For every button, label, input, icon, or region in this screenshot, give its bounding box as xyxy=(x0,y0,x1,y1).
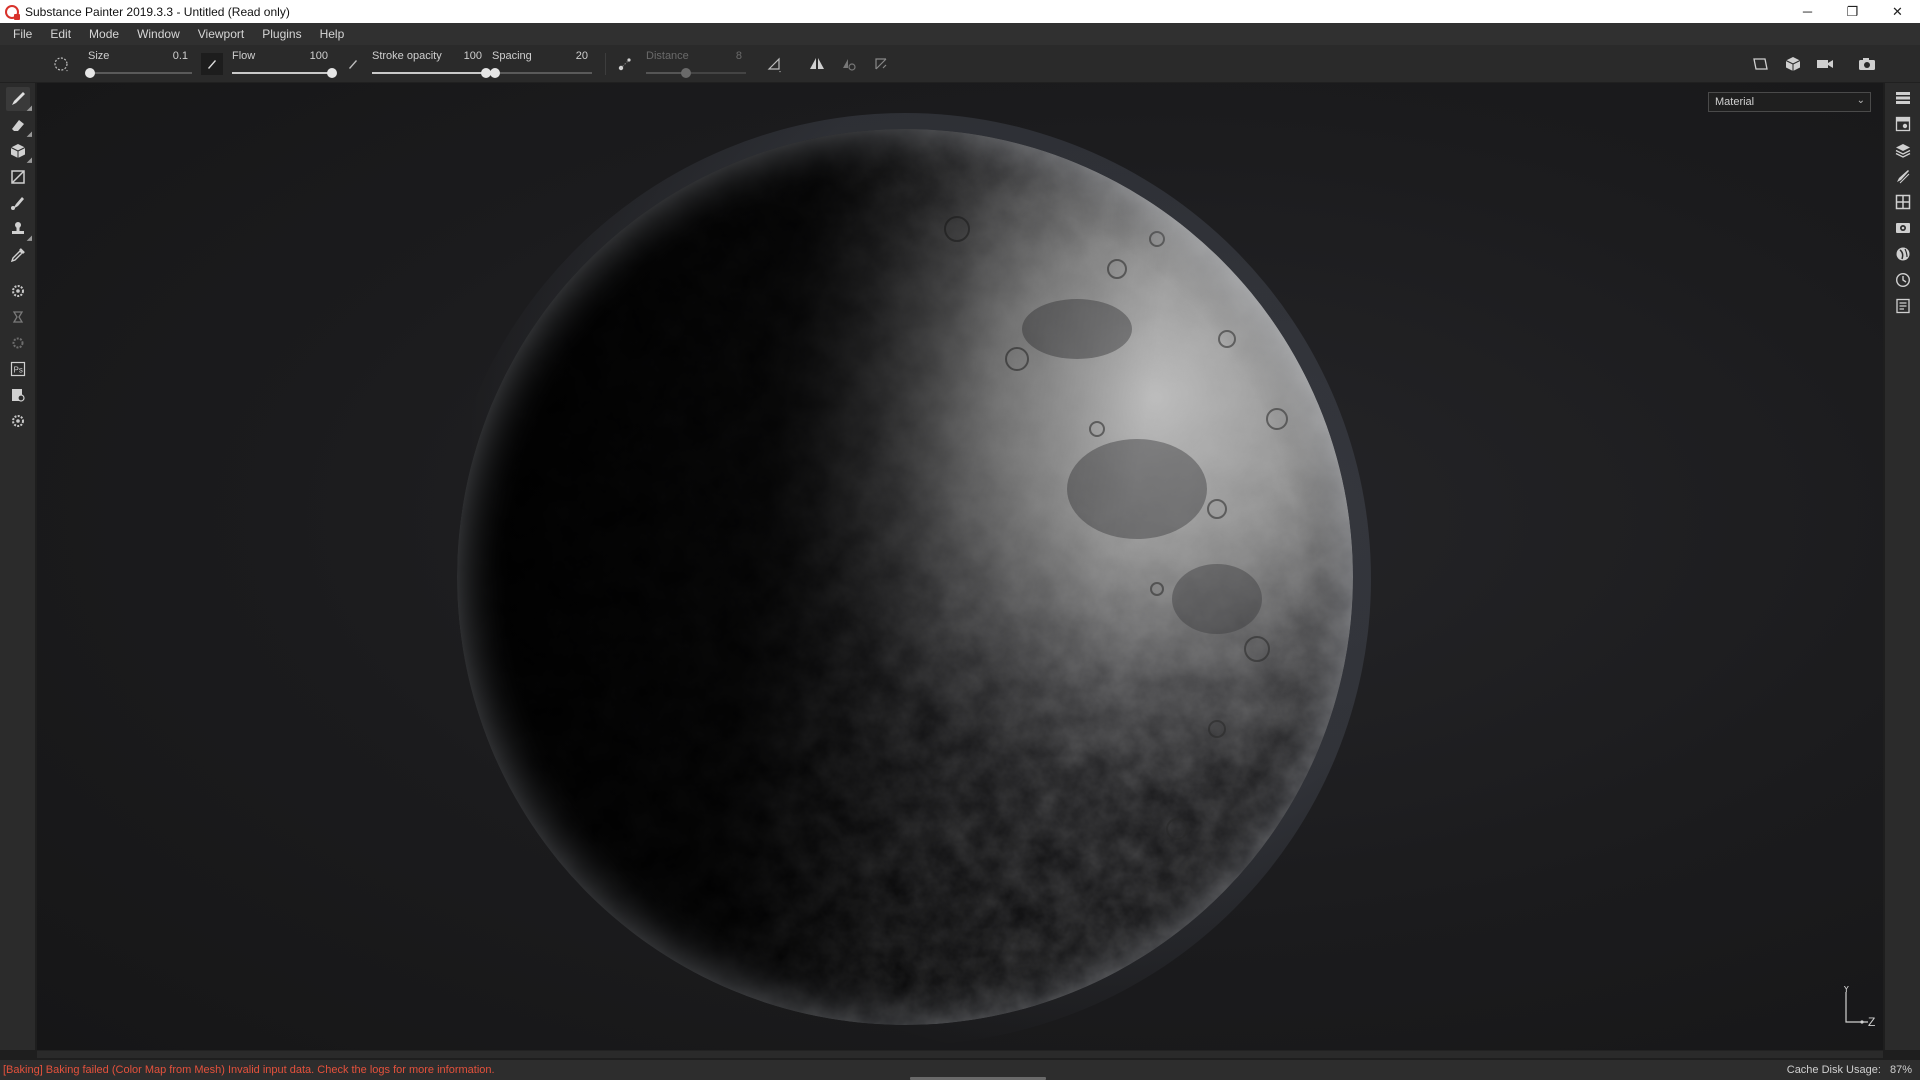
right-toolbar xyxy=(1884,83,1920,1050)
layers-icon[interactable] xyxy=(1891,138,1915,162)
distance-slider: Distance 8 xyxy=(646,48,746,82)
size-label: Size xyxy=(88,50,110,62)
axis-z-label: Z xyxy=(1868,1015,1875,1029)
status-error-message[interactable]: [Baking] Baking failed (Color Map from M… xyxy=(3,1064,495,1076)
camera-projection-icon[interactable] xyxy=(1750,53,1772,75)
window-title: Substance Painter 2019.3.3 - Untitled (R… xyxy=(25,4,290,19)
axis-gizmo: Y Z xyxy=(1838,984,1878,1030)
cache-disk-usage-value: 87% xyxy=(1889,1064,1912,1076)
symmetry-settings-icon[interactable] xyxy=(838,53,860,75)
stroke-opacity-label: Stroke opacity xyxy=(372,50,442,62)
shader-settings-icon[interactable] xyxy=(1891,242,1915,266)
log-icon[interactable] xyxy=(1891,294,1915,318)
clone-stamp-tool[interactable]: ◢ xyxy=(6,217,32,242)
flow-value[interactable]: 100 xyxy=(310,50,328,62)
menu-mode[interactable]: Mode xyxy=(80,23,128,45)
size-pressure-toggle-icon[interactable] xyxy=(201,53,223,75)
title-bar: Substance Painter 2019.3.3 - Untitled (R… xyxy=(0,0,1920,23)
display-settings-icon[interactable] xyxy=(1891,216,1915,240)
3d-view-mode-icon[interactable] xyxy=(1782,53,1804,75)
flow-label: Flow xyxy=(232,50,256,62)
viewport-channel-dropdown[interactable]: Material ⌄ xyxy=(1708,92,1871,112)
menu-file[interactable]: File xyxy=(4,23,41,45)
spacing-value[interactable]: 20 xyxy=(576,50,588,62)
flow-slider[interactable]: Flow 100 xyxy=(232,48,337,82)
axis-y-label: Y xyxy=(1843,986,1850,995)
chevron-down-icon: ⌄ xyxy=(1856,95,1865,106)
stroke-opacity-slider[interactable]: Stroke opacity 100 xyxy=(372,48,491,82)
3d-viewport[interactable]: Material ⌄ Y Z xyxy=(37,83,1883,1050)
paint-brush-tool[interactable]: ◢ xyxy=(6,87,32,112)
menu-plugins[interactable]: Plugins xyxy=(253,23,310,45)
spacing-slider[interactable]: Spacing 20 xyxy=(490,48,592,82)
size-value[interactable]: 0.1 xyxy=(173,50,188,62)
restore-button[interactable]: ❐ xyxy=(1830,0,1875,23)
menu-window[interactable]: Window xyxy=(128,23,189,45)
moon-3d-model xyxy=(457,129,1353,1025)
polygon-fill-tool[interactable] xyxy=(6,165,30,189)
distance-value: 8 xyxy=(735,50,742,62)
texture-set-settings-icon[interactable] xyxy=(1891,112,1915,136)
properties-brush-icon[interactable] xyxy=(1891,164,1915,188)
projection-tool[interactable]: ◢ xyxy=(6,139,32,164)
cache-disk-usage-label: Cache Disk Usage: xyxy=(1786,1064,1881,1076)
transform-icon[interactable] xyxy=(870,53,892,75)
tool-options-bar: Size 0.1 Flow 100 Stroke opacity 100 Spa… xyxy=(0,45,1920,83)
stroke-opacity-value[interactable]: 100 xyxy=(464,50,482,62)
distance-label: Distance xyxy=(646,50,689,62)
symmetry-icon[interactable] xyxy=(806,53,828,75)
history-clock-icon[interactable] xyxy=(1891,268,1915,292)
spacing-label: Spacing xyxy=(492,50,532,62)
flow-pressure-toggle-icon[interactable] xyxy=(342,53,364,75)
separator xyxy=(605,53,606,75)
plugin-gear-icon-2[interactable] xyxy=(6,331,30,355)
menu-bar: File Edit Mode Window Viewport Plugins H… xyxy=(0,23,1920,45)
alignment-icon[interactable] xyxy=(764,53,786,75)
color-picker-tool[interactable] xyxy=(6,243,30,267)
cache-disk-usage: Cache Disk Usage: 87% xyxy=(1787,1064,1912,1076)
plugin-settings-gear-icon[interactable] xyxy=(6,409,30,433)
texture-set-list-icon[interactable] xyxy=(1891,86,1915,110)
lazy-mouse-icon[interactable] xyxy=(614,53,636,75)
resources-updater-icon[interactable] xyxy=(6,383,30,407)
photoshop-export-icon[interactable]: Ps xyxy=(6,357,30,381)
substance-painter-logo-icon xyxy=(5,4,20,20)
smudge-tool[interactable] xyxy=(6,191,30,215)
close-button[interactable]: ✕ xyxy=(1875,0,1920,23)
menu-viewport[interactable]: Viewport xyxy=(189,23,253,45)
window-controls: ─ ❐ ✕ xyxy=(1785,0,1920,23)
menu-edit[interactable]: Edit xyxy=(41,23,80,45)
svg-text:Ps: Ps xyxy=(14,366,23,375)
uv-grid-icon[interactable] xyxy=(1891,190,1915,214)
viewport-channel-value: Material xyxy=(1715,96,1755,108)
menu-help[interactable]: Help xyxy=(311,23,354,45)
left-toolbar: ◢ ◢ ◢ ◢ Ps xyxy=(0,83,36,1050)
screenshot-camera-icon[interactable] xyxy=(1856,53,1878,75)
brush-shape-icon[interactable] xyxy=(50,53,72,75)
minimize-button[interactable]: ─ xyxy=(1785,0,1830,23)
eraser-tool[interactable]: ◢ xyxy=(6,113,32,138)
video-camera-icon[interactable] xyxy=(1814,53,1836,75)
size-slider[interactable]: Size 0.1 xyxy=(85,48,192,82)
plugin-bake-icon[interactable] xyxy=(6,305,30,329)
plugin-gear-icon-1[interactable] xyxy=(6,279,30,303)
viewport-scroll-strip xyxy=(37,1050,1883,1058)
